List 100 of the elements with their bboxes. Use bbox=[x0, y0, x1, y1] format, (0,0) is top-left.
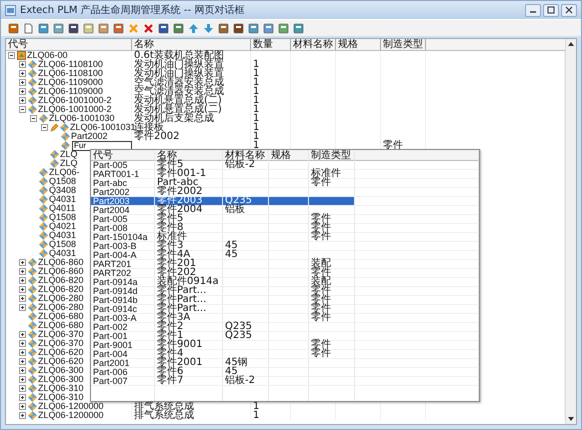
expand-icon[interactable] bbox=[19, 79, 27, 86]
expand-icon[interactable] bbox=[19, 385, 27, 392]
part-code: Q4031 bbox=[49, 195, 76, 204]
expand-icon[interactable] bbox=[19, 97, 27, 104]
window-title: Extech PLM 产品生命周期管理系统 -- 网页对话框 bbox=[20, 4, 244, 17]
expand-icon[interactable] bbox=[19, 61, 27, 68]
delete-icon[interactable] bbox=[142, 22, 155, 34]
close-button[interactable] bbox=[561, 4, 577, 16]
expand-icon[interactable] bbox=[19, 358, 27, 365]
quantity: 1 bbox=[253, 411, 260, 420]
expand-icon[interactable] bbox=[19, 376, 27, 383]
part-icon bbox=[28, 87, 37, 96]
part-name: 装配件0914a bbox=[157, 278, 219, 286]
collapse-icon[interactable] bbox=[30, 115, 38, 122]
part-name: 零件201 bbox=[157, 260, 196, 268]
part-icon bbox=[28, 267, 37, 276]
part-name: 连接板 bbox=[134, 123, 164, 132]
part-code: Q1508 bbox=[49, 240, 76, 249]
code-input-field[interactable]: Fur bbox=[72, 140, 132, 150]
material-name: 45 bbox=[225, 368, 238, 376]
part-code: Part2001 bbox=[93, 359, 130, 367]
part-code: ZLQ06-620 bbox=[38, 348, 84, 357]
quantity: 1 bbox=[253, 87, 260, 96]
part-code: Q4031 bbox=[49, 231, 76, 240]
part-name: 空气滤清器安装总成 bbox=[134, 78, 224, 87]
maximize-button[interactable] bbox=[543, 4, 559, 16]
part-code: Part-9001 bbox=[93, 341, 133, 349]
part-icon bbox=[28, 366, 37, 375]
expand-icon[interactable] bbox=[19, 304, 27, 311]
expand-icon[interactable] bbox=[19, 70, 27, 77]
column-header[interactable]: 制造类型 bbox=[381, 39, 426, 50]
expand-icon[interactable] bbox=[19, 268, 27, 275]
part-icon bbox=[28, 330, 37, 339]
expand-icon[interactable] bbox=[19, 88, 27, 95]
minimize-button[interactable] bbox=[525, 4, 541, 16]
expand-icon[interactable] bbox=[19, 394, 27, 401]
expand-icon[interactable] bbox=[19, 340, 27, 347]
column-header[interactable]: 名称 bbox=[155, 150, 223, 161]
column-header[interactable]: 规格 bbox=[269, 150, 309, 161]
up-arrow-icon[interactable] bbox=[187, 22, 200, 34]
column-header[interactable]: 数量 bbox=[251, 39, 291, 50]
part-icon bbox=[28, 375, 37, 384]
material-name: 45 bbox=[225, 242, 238, 250]
expand-icon[interactable] bbox=[19, 331, 27, 338]
expand-icon[interactable] bbox=[19, 412, 27, 419]
part-name: 零件6 bbox=[157, 368, 184, 376]
manufacture-type: 零件 bbox=[311, 287, 331, 295]
part-code: PART202 bbox=[93, 269, 132, 277]
expand-icon[interactable] bbox=[19, 349, 27, 356]
scrollbar[interactable] bbox=[565, 39, 576, 424]
part-code: PART001-1 bbox=[93, 170, 140, 178]
quantity: 1 bbox=[253, 105, 260, 114]
part-code: Q1508 bbox=[49, 177, 76, 186]
part-code: Part-0914a bbox=[93, 278, 138, 286]
part-code: Part-005 bbox=[93, 161, 128, 169]
scroll-up-icon[interactable] bbox=[567, 40, 575, 48]
part-icon bbox=[28, 393, 37, 402]
part-code: Part-005 bbox=[93, 215, 128, 223]
part-code: Part-0914b bbox=[93, 296, 138, 304]
expand-icon[interactable] bbox=[19, 259, 27, 266]
column-header[interactable]: 材料名称 bbox=[223, 150, 269, 161]
part-code: Q4021 bbox=[49, 222, 76, 231]
part-code: ZLQ06-1001000-2 bbox=[38, 105, 112, 114]
quantity: 1 bbox=[253, 141, 260, 150]
part-code: ZLQ06-1108100 bbox=[38, 60, 103, 69]
expand-icon[interactable] bbox=[19, 295, 27, 302]
quantity: 1 bbox=[253, 402, 260, 411]
part-icon bbox=[28, 285, 37, 294]
expand-icon[interactable] bbox=[19, 403, 27, 410]
part-code: ZLQ06-1109000 bbox=[38, 87, 103, 96]
quantity: 1 bbox=[253, 60, 260, 69]
column-header[interactable]: 规格 bbox=[336, 39, 381, 50]
down-arrow-icon[interactable] bbox=[202, 22, 215, 34]
part-code: ZLQ06-1001000-2 bbox=[38, 96, 112, 105]
scroll-down-icon[interactable] bbox=[567, 415, 575, 423]
part-code: Part-150104a bbox=[93, 233, 148, 241]
part-code: Part-008 bbox=[93, 224, 128, 232]
part-code: Q4011 bbox=[49, 204, 76, 213]
column-header[interactable]: 材料名称 bbox=[291, 39, 336, 50]
column-header[interactable]: 名称 bbox=[132, 39, 251, 50]
part-name: 零件Part... bbox=[157, 305, 206, 313]
part-code: ZLQ06-1001031 bbox=[70, 123, 136, 132]
collapse-icon[interactable] bbox=[41, 124, 49, 131]
collapse-icon[interactable] bbox=[8, 52, 16, 59]
manufacture-type: 零件 bbox=[311, 314, 331, 322]
part-list-row[interactable]: Part-007 零件7 铝板-2 bbox=[91, 377, 479, 386]
part-code: ZLQ06-1108100 bbox=[38, 69, 103, 78]
expand-icon[interactable] bbox=[19, 277, 27, 284]
column-header[interactable]: 代号 bbox=[6, 39, 132, 50]
column-header[interactable]: 代号 bbox=[91, 150, 155, 161]
part-name: 零件3 bbox=[157, 242, 184, 250]
part-list-row[interactable]: Part-0914a 装配件0914a 装配 bbox=[91, 278, 479, 287]
new-page-icon[interactable] bbox=[22, 22, 35, 34]
expand-icon[interactable] bbox=[19, 367, 27, 374]
expand-icon[interactable] bbox=[19, 286, 27, 293]
part-code: Part-006 bbox=[93, 368, 128, 376]
column-header[interactable]: 制造类型 bbox=[309, 150, 355, 161]
quantity: 1 bbox=[253, 69, 260, 78]
collapse-icon[interactable] bbox=[19, 106, 27, 113]
part-code: ZLQ06-620 bbox=[38, 357, 84, 366]
